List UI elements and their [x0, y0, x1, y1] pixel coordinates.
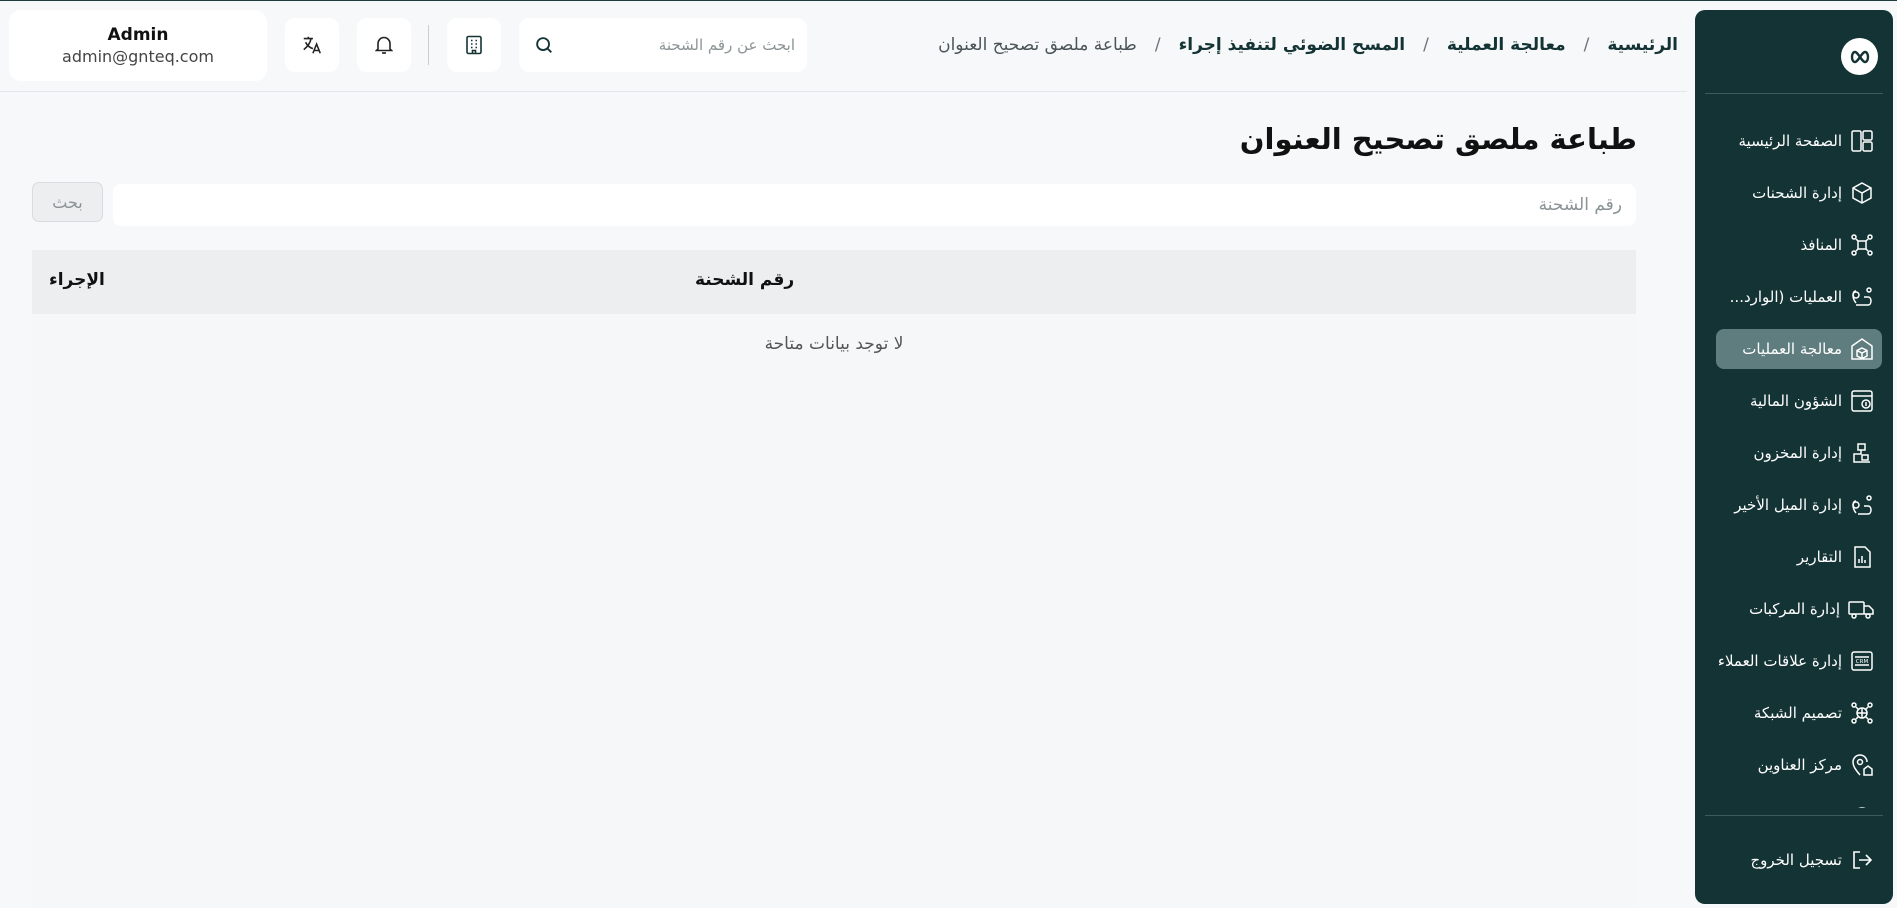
sidebar-item-label: إدارة المركبات [1749, 600, 1840, 618]
sidebar-item-label: تصميم الشبكة [1753, 704, 1842, 722]
sidebar-divider [1705, 815, 1883, 816]
sidebar-item-label: المنافذ [1800, 236, 1842, 254]
inventory-icon [1853, 443, 1870, 463]
sidebar-item-home[interactable]: الصفحة الرئيسية [1716, 121, 1882, 161]
header-divider-line [0, 91, 1687, 92]
search-button[interactable]: بحث [32, 182, 103, 222]
finance-icon [1851, 390, 1873, 412]
dashboard-icon [1851, 130, 1873, 152]
column-header-action: الإجراء [49, 270, 105, 290]
empty-state-message: لا توجد بيانات متاحة [764, 334, 904, 354]
truck-icon [1848, 601, 1874, 619]
sidebar-item-operations-processing[interactable]: معالجة العمليات [1716, 329, 1882, 369]
sidebar-item-label: إدارة المخزون [1753, 444, 1842, 462]
sidebar-item-label: إدارة علاقات العملاء [1717, 652, 1842, 670]
top-border [0, 0, 1897, 1]
user-profile[interactable]: Admin admin@gnteq.com [9, 10, 267, 81]
sidebar-item-last-mile[interactable]: إدارة الميل الأخير [1716, 485, 1882, 525]
sidebar-item-shipments[interactable]: إدارة الشحنات [1716, 173, 1882, 213]
header-divider [428, 25, 429, 65]
column-header-shipment-number: رقم الشحنة [695, 270, 795, 290]
warehouse-icon [1851, 338, 1873, 360]
logout-label: تسجيل الخروج [1750, 851, 1842, 869]
sidebar-item-label: إدارة الشحنات [1752, 184, 1842, 202]
network-icon [1851, 234, 1873, 256]
sidebar-item-label: إدارة الميل الأخير [1734, 496, 1842, 514]
sidebar-item-label: الشؤون المالية [1749, 392, 1842, 410]
breadcrumb-separator: / [1154, 35, 1161, 55]
svg-text:CRM: CRM [1856, 659, 1869, 665]
sidebar-item-finance[interactable]: الشؤون المالية [1716, 381, 1882, 421]
breadcrumb-current: طباعة ملصق تصحيح العنوان [938, 35, 1137, 55]
breadcrumb-operations-processing[interactable]: معالجة العملية [1447, 35, 1566, 55]
breadcrumb: الرئيسية / معالجة العملية / المسح الضوئي… [938, 30, 1678, 60]
page-title: طباعة ملصق تصحيح العنوان [1239, 122, 1637, 156]
sidebar-item-crm[interactable]: CRM إدارة علاقات العملاء [1716, 641, 1882, 681]
sidebar-item-label: مركز العناوين [1757, 756, 1842, 774]
building-icon [466, 35, 482, 55]
package-icon [1852, 182, 1872, 204]
breadcrumb-separator: / [1423, 35, 1429, 55]
global-search [519, 18, 807, 72]
breadcrumb-separator: / [1583, 35, 1590, 55]
sidebar-item-label: العمليات (الوارد... [1729, 288, 1842, 306]
table-header: رقم الشحنة الإجراء [32, 250, 1636, 314]
report-icon [1854, 546, 1871, 568]
infinity-icon[interactable] [1841, 38, 1878, 75]
last-mile-icon [1852, 495, 1872, 515]
network-design-icon [1851, 702, 1873, 724]
user-name: Admin [107, 25, 169, 45]
translate-icon [303, 36, 321, 54]
sidebar-item-label: معالجة العمليات [1742, 340, 1842, 358]
sidebar-item-address-center[interactable]: مركز العناوين [1716, 745, 1882, 785]
search-icon[interactable] [533, 34, 555, 56]
sidebar-item-label: التقارير [1796, 548, 1842, 566]
bell-icon [375, 36, 393, 54]
global-search-input[interactable] [565, 32, 795, 58]
more-icon [1858, 807, 1866, 808]
crm-icon: CRM [1851, 651, 1873, 671]
language-button[interactable] [285, 18, 339, 72]
sidebar-item-reports[interactable]: التقارير [1716, 537, 1882, 577]
sidebar-item-label: الصفحة الرئيسية [1738, 132, 1843, 150]
route-icon [1852, 287, 1872, 306]
sidebar: الصفحة الرئيسية إدارة الشحنات المنافذ ال… [1695, 10, 1893, 904]
shipments-table: رقم الشحنة الإجراء لا توجد بيانات متاحة [32, 250, 1636, 908]
breadcrumb-scan-action[interactable]: المسح الضوئي لتنفيذ إجراء [1179, 35, 1406, 55]
organization-button[interactable] [447, 18, 501, 72]
sidebar-nav: الصفحة الرئيسية إدارة الشحنات المنافذ ال… [1695, 113, 1893, 808]
sidebar-item-vehicles[interactable]: إدارة المركبات [1716, 589, 1882, 629]
logout-icon [1853, 851, 1873, 869]
sidebar-item-overflow[interactable] [1716, 797, 1882, 808]
sidebar-item-inventory[interactable]: إدارة المخزون [1716, 433, 1882, 473]
sidebar-item-network-design[interactable]: تصميم الشبكة [1716, 693, 1882, 733]
user-email: admin@gnteq.com [62, 47, 214, 66]
sidebar-item-operations[interactable]: العمليات (الوارد... [1716, 277, 1882, 317]
notifications-button[interactable] [357, 18, 411, 72]
logout-button[interactable]: تسجيل الخروج [1716, 840, 1882, 880]
sidebar-item-ports[interactable]: المنافذ [1716, 225, 1882, 265]
shipment-number-input[interactable] [113, 184, 1636, 226]
sidebar-divider [1705, 93, 1883, 94]
breadcrumb-home[interactable]: الرئيسية [1607, 35, 1678, 55]
address-icon [1852, 754, 1873, 776]
